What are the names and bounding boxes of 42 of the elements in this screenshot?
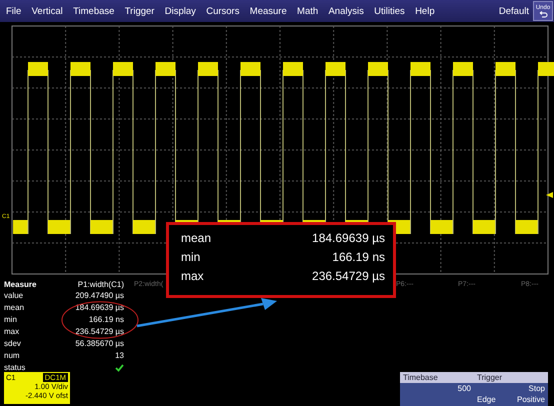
check-icon <box>115 364 124 372</box>
trigger-level-icon <box>546 192 553 198</box>
undo-icon <box>538 10 548 18</box>
menu-item[interactable]: Measure <box>250 6 287 16</box>
callout-label: max <box>181 269 204 285</box>
menu-item[interactable]: File <box>6 6 22 16</box>
measure-title: Measure <box>3 280 38 290</box>
measure-label: max <box>3 326 20 338</box>
menu-item[interactable]: Trigger <box>124 6 154 16</box>
trigger-mode: Stop <box>528 383 546 394</box>
measure-value: 166.19 ns <box>88 314 124 326</box>
menu-item[interactable]: Cursors <box>206 6 240 16</box>
menu-item[interactable]: Display <box>164 6 196 16</box>
measure-label: status <box>3 362 26 374</box>
measure-value: 236.54729 µs <box>75 326 124 338</box>
preset-label: Default <box>498 6 529 16</box>
trigger-title[interactable]: Trigger <box>474 372 548 383</box>
menu-item[interactable]: Timebase <box>73 6 114 16</box>
callout-value: 166.19 ns <box>332 250 385 266</box>
measure-value: 184.69639 µs <box>75 302 124 314</box>
parameter-tab[interactable]: P1:width(C1) <box>78 280 124 290</box>
measure-value: 209.47490 µs <box>75 290 124 302</box>
measure-label: value <box>3 290 24 302</box>
callout-value: 236.54729 µs <box>312 269 385 285</box>
menu-item[interactable]: Analysis <box>328 6 364 16</box>
callout-label: mean <box>181 231 212 247</box>
callout-value: 184.69639 µs <box>312 231 385 247</box>
timebase-title[interactable]: Timebase <box>400 372 474 383</box>
menu-item[interactable]: Help <box>415 6 435 16</box>
menu-item[interactable]: Math <box>297 6 318 16</box>
measure-value: 56.385670 µs <box>75 338 124 350</box>
trigger-type: Edge <box>477 395 496 404</box>
measure-label: mean <box>3 302 24 314</box>
measure-label: sdev <box>3 338 21 350</box>
callout-label: min <box>181 250 200 266</box>
menu-item[interactable]: Utilities <box>374 6 405 16</box>
measure-label: min <box>3 314 17 326</box>
menu-item[interactable]: Vertical <box>32 6 63 16</box>
trigger-slope: Positive <box>516 395 545 404</box>
timebase-value: 500 <box>456 383 472 394</box>
measure-value: 13 <box>115 350 124 362</box>
measure-label: num <box>3 350 20 362</box>
